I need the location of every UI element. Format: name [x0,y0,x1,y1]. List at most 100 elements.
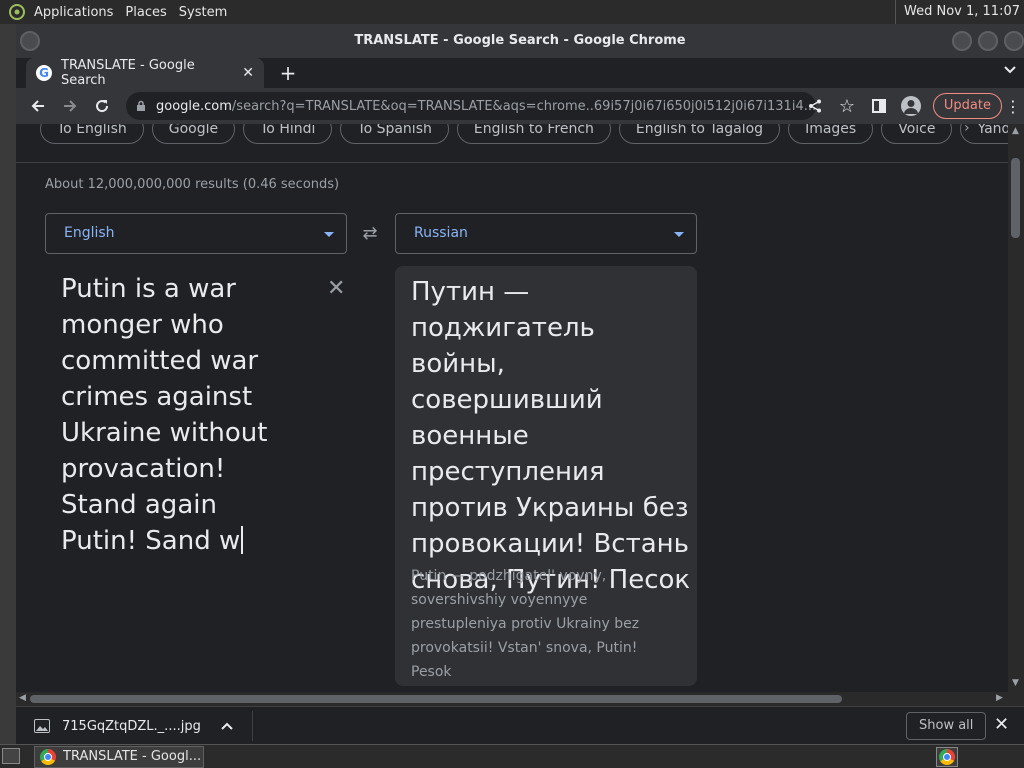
vertical-scrollbar[interactable]: ▲ ▼ [1008,124,1024,692]
source-text-input[interactable]: Putin is a war monger who committed war … [61,271,321,559]
back-arrow-icon[interactable] [22,90,54,122]
chip-english-to-tagalog[interactable]: English to Tagalog [618,124,781,144]
browser-window: TRANSLATE - Google Search - Google Chrom… [16,24,1024,744]
target-line: совершивший [411,385,603,415]
toolbar-actions: ☆ Update ⋮ [799,90,1024,122]
chrome-icon [939,749,955,765]
profile-avatar-icon[interactable] [900,96,921,116]
close-window-button[interactable] [1004,31,1024,51]
tab-title: TRANSLATE - Google Search [61,58,195,88]
download-chevron-up-icon[interactable] [221,719,233,734]
target-line: поджигатель войны, [411,313,595,379]
desktop: Applications Places System Wed Nov 1, 11… [0,0,1024,768]
chip-english-to-french[interactable]: English to French [456,124,611,144]
text-cursor [241,526,244,554]
horizontal-scrollbar[interactable]: ◀ ▶ [16,692,1024,706]
url-path: /search?q=TRANSLATE&oq=TRANSLATE&aqs=chr… [231,98,816,114]
share-icon[interactable] [799,90,831,122]
tab-strip: G TRANSLATE - Google Search ✕ + [16,58,1024,88]
page-viewport: To English Google To Hindi To Spanish En… [16,124,1008,692]
download-shelf: 715GqZtqDZL._....jpg Show all ✕ [16,706,1024,744]
vertical-scroll-thumb[interactable] [1011,158,1020,238]
side-panel-icon[interactable] [863,90,895,122]
reload-icon[interactable] [86,90,118,122]
download-filename: 715GqZtqDZL._....jpg [62,718,201,734]
source-language-label: English [64,225,115,241]
close-tab-icon[interactable]: ✕ [242,65,254,81]
horizontal-scroll-thumb[interactable] [30,695,842,703]
chip-to-english[interactable]: To English [40,124,144,144]
target-language-select[interactable]: Russian [395,213,697,254]
chip-to-hindi[interactable]: To Hindi [243,124,333,144]
taskbar-window-title: TRANSLATE - Googl... [63,749,202,764]
maximize-button[interactable] [978,31,998,51]
url-host: google.com [156,98,232,114]
source-line: committed war [61,346,259,376]
target-line: против Украины без [411,493,689,523]
source-line: Putin is a war [61,274,236,304]
target-line: Путин — [411,277,530,307]
bottom-taskbar: TRANSLATE - Googl... [0,744,1024,768]
chip-voice[interactable]: Voice [881,124,953,144]
tab-translate[interactable]: G TRANSLATE - Google Search ✕ [26,58,264,88]
source-line: monger who [61,310,224,340]
download-divider [252,711,253,741]
scroll-down-arrow-icon[interactable]: ▼ [1012,678,1019,688]
target-line: преступления [411,457,605,487]
chip-to-spanish[interactable]: To Spanish [340,124,449,144]
window-menu-button[interactable] [20,31,40,51]
top-panel: Applications Places System Wed Nov 1, 11… [0,0,1024,24]
taskbar-chrome-window[interactable]: TRANSLATE - Googl... [34,746,204,768]
clock[interactable]: Wed Nov 1, 11:07 [895,0,1024,24]
kebab-menu-icon[interactable]: ⋮ [1002,90,1024,122]
chips-divider [16,162,1008,163]
source-line: provacation! [61,454,226,484]
dropdown-caret-icon [324,232,334,237]
chip-google[interactable]: Google [151,124,236,144]
close-download-shelf-icon[interactable]: ✕ [994,714,1009,735]
menu-applications[interactable]: Applications [28,5,119,20]
distro-logo-icon[interactable] [6,1,28,23]
dropdown-caret-icon [674,232,684,237]
update-button[interactable]: Update [932,93,1002,119]
target-line: провокации! Встань [411,529,689,559]
results-count: About 12,000,000,000 results (0.46 secon… [45,177,340,192]
bookmark-star-icon[interactable]: ☆ [831,90,863,122]
tray-chrome-launcher[interactable] [936,747,958,767]
chips-next-chevron-icon[interactable]: › [964,124,970,136]
menu-system[interactable]: System [173,5,233,20]
new-tab-button[interactable]: + [276,61,300,85]
image-file-icon [34,719,50,733]
scroll-left-arrow-icon[interactable]: ◀ [19,693,26,703]
source-line: Stand again [61,490,217,520]
source-language-select[interactable]: English [45,213,347,254]
tab-search-chevron-icon[interactable] [1004,63,1016,77]
browser-toolbar: google.com/search?q=TRANSLATE&oq=TRANSLA… [16,88,1024,124]
search-chips: To English Google To Hindi To Spanish En… [40,124,1008,146]
forward-arrow-icon[interactable] [54,90,86,122]
source-line: Ukraine without [61,418,268,448]
scroll-up-arrow-icon[interactable]: ▲ [1012,126,1019,136]
translation-text: Путин — поджигатель войны, совершивший в… [411,274,691,598]
show-all-button[interactable]: Show all [906,712,987,740]
transliteration-text: Putin — podzhigatel' voyny, sovershivshi… [411,568,640,680]
scroll-right-arrow-icon[interactable]: ▶ [996,693,1003,703]
address-bar[interactable]: google.com/search?q=TRANSLATE&oq=TRANSLA… [126,92,816,120]
chip-images[interactable]: Images [788,124,874,144]
minimize-button[interactable] [952,31,972,51]
translation-output-panel: Путин — поджигатель войны, совершивший в… [395,266,697,686]
download-item[interactable]: 715GqZtqDZL._....jpg [34,715,233,737]
target-line: военные [411,421,529,451]
google-favicon-icon: G [36,65,52,81]
source-line: Putin! Sand w [61,526,241,556]
show-desktop-icon[interactable] [2,748,20,764]
swap-languages-icon[interactable]: ⇄ [359,223,381,245]
window-titlebar[interactable]: TRANSLATE - Google Search - Google Chrom… [16,24,1024,58]
lock-icon[interactable] [136,100,146,112]
chrome-icon [40,749,56,765]
clear-text-icon[interactable]: ✕ [327,276,345,301]
target-language-label: Russian [414,225,468,241]
menu-places[interactable]: Places [119,5,172,20]
source-line: crimes against [61,382,253,412]
window-title: TRANSLATE - Google Search - Google Chrom… [354,33,686,48]
